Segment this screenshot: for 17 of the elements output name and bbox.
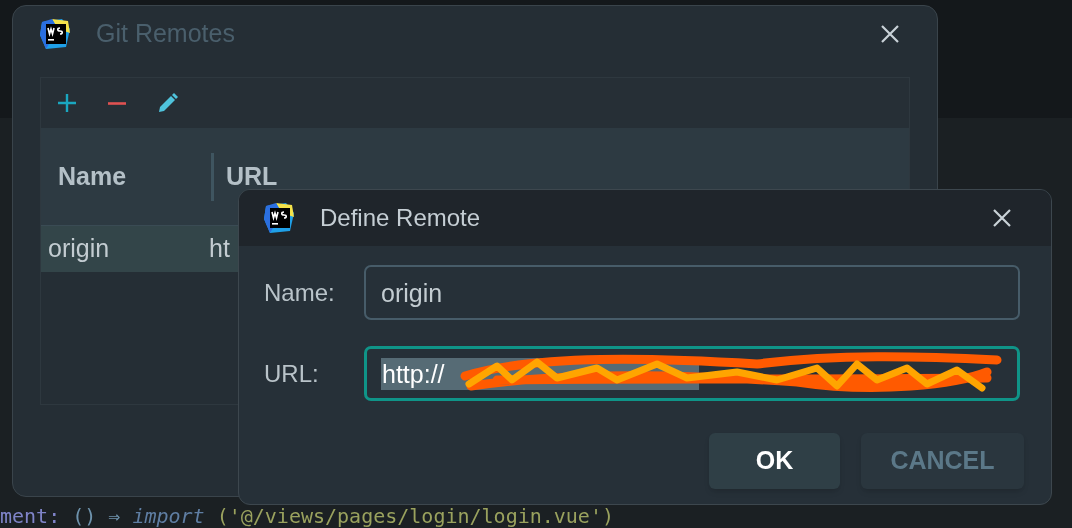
code-text: ('@/views/pages/login/login.vue') — [216, 506, 614, 527]
app-logo-icon — [262, 201, 296, 235]
app-logo-icon — [38, 17, 72, 51]
add-button[interactable] — [55, 91, 79, 115]
ok-button[interactable]: OK — [709, 433, 840, 489]
dialog-title: Define Remote — [320, 203, 481, 233]
code-text: import — [132, 506, 205, 527]
add-icon — [56, 92, 78, 114]
pencil-icon — [156, 92, 178, 114]
field-label: URL: — [264, 358, 320, 389]
text-field[interactable]: origin — [364, 265, 1020, 320]
code-text: () ⇒ — [72, 506, 121, 527]
text-field[interactable]: http:// — [364, 346, 1020, 401]
field-label: Name: — [264, 277, 336, 308]
remove-icon — [108, 101, 126, 105]
code-text: ment: — [0, 506, 61, 527]
column-header[interactable]: Name — [41, 157, 211, 196]
